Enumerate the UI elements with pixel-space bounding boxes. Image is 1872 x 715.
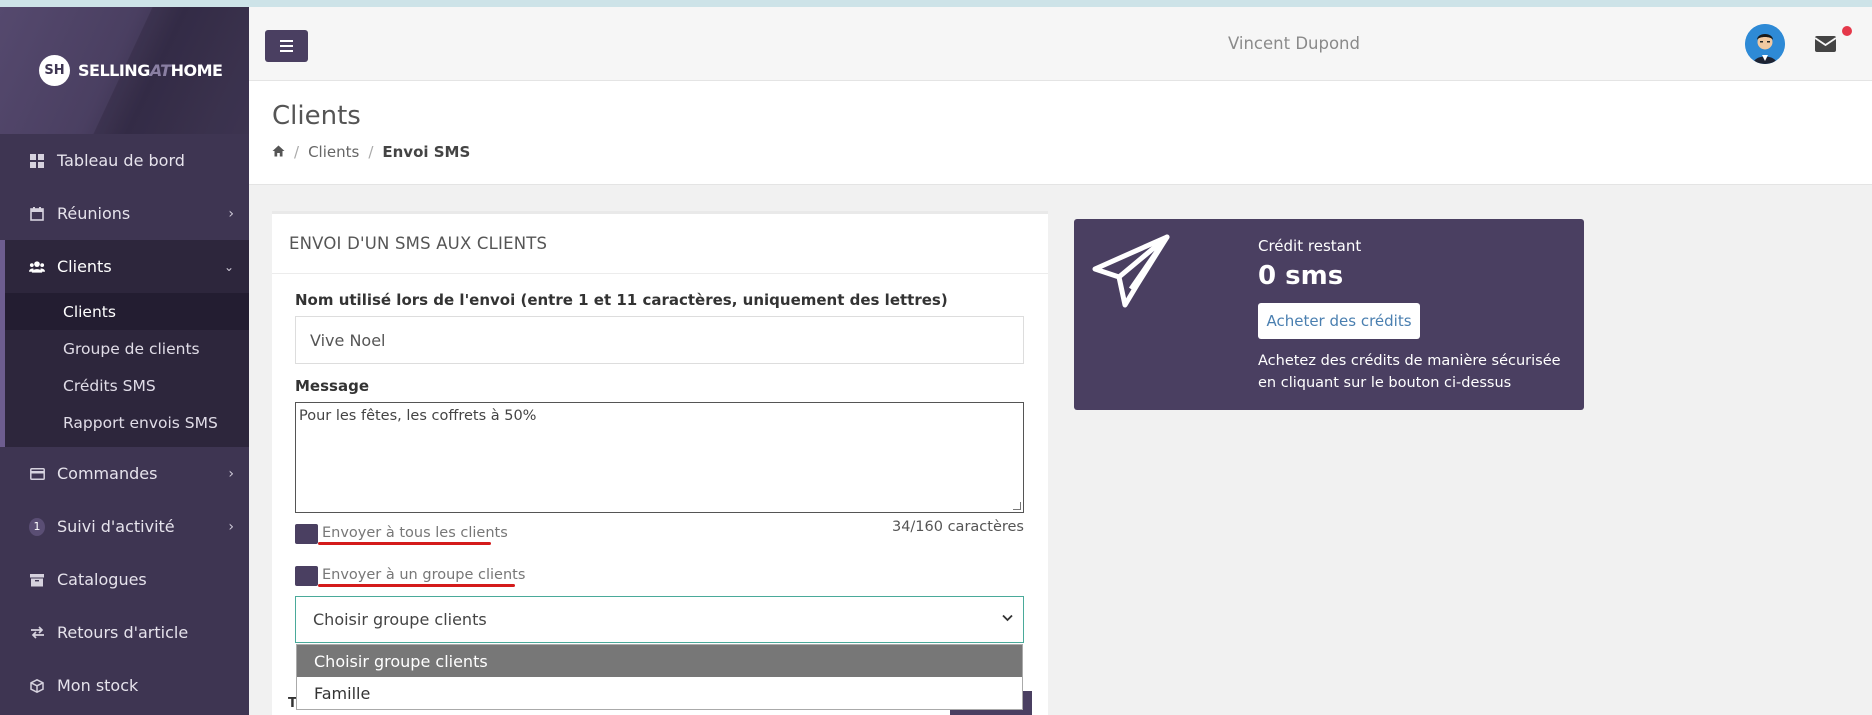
credit-value: 0 sms [1258, 261, 1344, 291]
sidebar-item-label: Retours d'article [57, 623, 189, 642]
brand-name: SELLINGATHOME [78, 61, 223, 80]
clients-submenu: Clients Groupe de clients Crédits SMS Ra… [0, 293, 249, 447]
submenu-item-clients[interactable]: Clients [0, 293, 249, 330]
activity-count-badge: 1 [29, 517, 45, 536]
breadcrumb-separator: / [368, 143, 374, 161]
logo-badge: SH [39, 55, 70, 86]
annotation-underline [318, 542, 491, 545]
sender-name-input[interactable]: Vive Noel [295, 316, 1024, 364]
user-name[interactable]: Vincent Dupond [1228, 34, 1360, 53]
chevron-right-icon: › [228, 465, 234, 482]
sender-name-label: Nom utilisé lors de l'envoi (entre 1 et … [295, 291, 948, 309]
submenu-item-client-groups[interactable]: Groupe de clients [0, 330, 249, 367]
breadcrumb-separator: / [294, 143, 300, 161]
buy-credits-button[interactable]: Acheter des crédits [1258, 303, 1420, 339]
menu-toggle-button[interactable] [265, 30, 308, 62]
sidebar-item-label: Suivi d'activité [57, 517, 175, 536]
archive-icon [29, 572, 45, 588]
sidebar-item-returns[interactable]: Retours d'article [0, 606, 249, 659]
sidebar-item-activity[interactable]: 1 Suivi d'activité › [0, 500, 249, 553]
credit-card-icon [29, 466, 45, 482]
breadcrumb-current: Envoi SMS [382, 143, 471, 161]
message-text: Pour les fêtes, les coffrets à 50% [299, 408, 537, 424]
client-group-select[interactable]: Choisir groupe clients [295, 596, 1024, 643]
sidebar-item-clients[interactable]: Clients ⌄ [0, 240, 249, 293]
cube-icon [29, 678, 45, 694]
send-all-checkbox[interactable] [295, 524, 318, 544]
chevron-down-icon [1002, 611, 1013, 626]
panel-title: ENVOI D'UN SMS AUX CLIENTS [272, 214, 1048, 274]
sidebar-item-label: Réunions [57, 204, 131, 223]
avatar[interactable] [1745, 24, 1785, 64]
select-value: Choisir groupe clients [313, 610, 487, 629]
sms-credit-box: Crédit restant 0 sms Acheter des crédits… [1074, 219, 1584, 410]
sms-form-panel: ENVOI D'UN SMS AUX CLIENTS Nom utilisé l… [272, 211, 1048, 715]
resize-handle-icon[interactable] [1013, 502, 1021, 510]
top-header: Vincent Dupond [249, 7, 1872, 81]
paper-plane-icon [1092, 234, 1170, 308]
notification-dot [1842, 26, 1852, 36]
dropdown-option[interactable]: Famille [297, 677, 1022, 709]
users-icon [29, 259, 45, 275]
submenu-item-sms-report[interactable]: Rapport envois SMS [0, 404, 249, 441]
message-textarea[interactable]: Pour les fêtes, les coffrets à 50% [295, 402, 1024, 513]
sidebar-item-orders[interactable]: Commandes › [0, 447, 249, 500]
chevron-right-icon: › [228, 205, 234, 222]
client-group-dropdown: Choisir groupe clients Famille [296, 644, 1023, 710]
dashboard-icon [29, 153, 45, 169]
send-group-label[interactable]: Envoyer à un groupe clients [322, 567, 525, 583]
chevron-down-icon: ⌄ [223, 259, 234, 274]
top-strip [0, 0, 1872, 7]
brand-logo[interactable]: SH SELLINGATHOME [0, 7, 249, 134]
mail-icon[interactable] [1813, 33, 1839, 55]
sidebar-item-label: Clients [57, 257, 112, 276]
sidebar-item-label: Tableau de bord [57, 151, 185, 170]
sidebar-item-catalogs[interactable]: Catalogues [0, 553, 249, 606]
breadcrumb: / Clients / Envoi SMS [272, 143, 470, 161]
hamburger-icon [280, 40, 293, 42]
annotation-underline [318, 584, 515, 587]
badge-icon: 1 [29, 517, 45, 536]
send-group-checkbox[interactable] [295, 566, 318, 586]
message-label: Message [295, 377, 369, 395]
dropdown-option[interactable]: Choisir groupe clients [297, 645, 1022, 677]
submenu-item-sms-credits[interactable]: Crédits SMS [0, 367, 249, 404]
sidebar-item-label: Mon stock [57, 676, 139, 695]
sidebar-item-meetings[interactable]: Réunions › [0, 187, 249, 240]
sidebar-item-dashboard[interactable]: Tableau de bord [0, 134, 249, 187]
sidebar-item-label: Commandes [57, 464, 158, 483]
page-title: Clients [272, 101, 361, 131]
home-icon[interactable] [272, 143, 285, 161]
sidebar: SH SELLINGATHOME Tableau de bord Réunion… [0, 7, 249, 715]
calendar-icon [29, 206, 45, 222]
send-all-label[interactable]: Envoyer à tous les clients [322, 525, 508, 541]
chevron-right-icon: › [228, 518, 234, 535]
credit-label: Crédit restant [1258, 237, 1362, 255]
char-counter: 34/160 caractères [891, 519, 1024, 535]
sidebar-item-stock[interactable]: Mon stock [0, 659, 249, 712]
page-header: Clients / Clients / Envoi SMS [249, 81, 1872, 185]
credit-note: Achetez des crédits de manière sécurisée… [1258, 353, 1561, 391]
breadcrumb-clients-link[interactable]: Clients [308, 143, 359, 161]
exchange-icon [29, 625, 45, 641]
sidebar-item-label: Catalogues [57, 570, 147, 589]
